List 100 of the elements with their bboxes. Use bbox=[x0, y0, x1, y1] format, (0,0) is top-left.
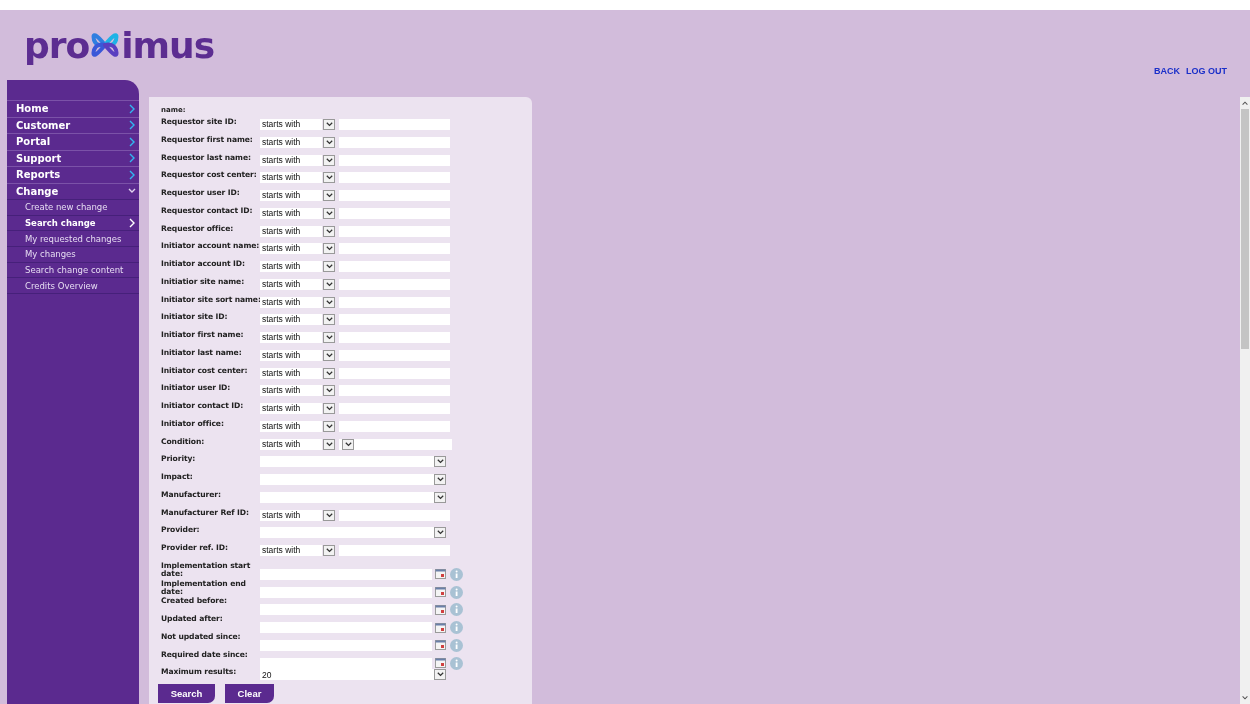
dropdown-button[interactable] bbox=[323, 509, 335, 521]
operator-select[interactable]: starts with bbox=[260, 172, 322, 184]
input-field[interactable] bbox=[339, 119, 450, 130]
dropdown-button[interactable] bbox=[434, 669, 446, 681]
clear-button[interactable]: Clear bbox=[225, 684, 274, 703]
sidebar-subitem[interactable]: Search change content bbox=[7, 261, 139, 278]
operator-select[interactable]: starts with bbox=[260, 261, 322, 272]
dropdown-button[interactable] bbox=[434, 456, 446, 468]
input-field[interactable] bbox=[339, 349, 450, 361]
dropdown-button[interactable] bbox=[323, 349, 335, 361]
dropdown-button[interactable] bbox=[323, 385, 335, 397]
operator-select[interactable]: starts with bbox=[260, 136, 322, 148]
calendar-icon[interactable] bbox=[435, 569, 446, 580]
input-field[interactable] bbox=[339, 243, 450, 255]
dropdown-button[interactable] bbox=[323, 314, 335, 326]
operator-select[interactable]: starts with bbox=[260, 314, 322, 326]
dropdown-button[interactable] bbox=[323, 332, 335, 343]
operator-select[interactable]: starts with bbox=[260, 243, 322, 255]
dropdown-select[interactable]: 20 bbox=[260, 669, 446, 681]
scrollbar[interactable] bbox=[1240, 97, 1250, 704]
input-field[interactable] bbox=[339, 314, 450, 326]
calendar-icon[interactable] bbox=[435, 640, 446, 651]
dropdown-button[interactable] bbox=[323, 545, 335, 556]
operator-select[interactable]: starts with bbox=[260, 385, 322, 397]
dropdown-button[interactable] bbox=[434, 474, 446, 485]
calendar-icon[interactable] bbox=[435, 604, 446, 615]
sidebar-subitem[interactable]: Credits Overview bbox=[7, 277, 139, 294]
input-field[interactable] bbox=[339, 154, 450, 166]
operator-select[interactable]: starts with bbox=[260, 207, 322, 219]
dropdown-button[interactable] bbox=[434, 491, 446, 503]
back-link[interactable]: BACK bbox=[1154, 66, 1180, 76]
sidebar-item[interactable]: Support bbox=[7, 149, 139, 166]
dropdown-button[interactable] bbox=[323, 136, 335, 148]
date-field[interactable] bbox=[260, 568, 432, 580]
input-field[interactable] bbox=[339, 172, 450, 184]
date-field[interactable] bbox=[260, 604, 432, 616]
sidebar-subitem[interactable]: Search change bbox=[7, 214, 139, 231]
input-field[interactable] bbox=[339, 225, 450, 237]
operator-select[interactable]: starts with bbox=[260, 420, 322, 432]
input-field[interactable] bbox=[339, 385, 450, 397]
dropdown-button[interactable] bbox=[323, 119, 335, 130]
dropdown-button[interactable] bbox=[323, 154, 335, 166]
sidebar-item[interactable]: Customer bbox=[7, 116, 139, 133]
dropdown-button[interactable] bbox=[323, 367, 335, 379]
sidebar-subitem[interactable]: My requested changes bbox=[7, 230, 139, 247]
info-icon[interactable] bbox=[450, 585, 463, 599]
calendar-icon[interactable] bbox=[435, 658, 446, 668]
dropdown-button[interactable] bbox=[323, 403, 335, 414]
date-field[interactable] bbox=[260, 622, 432, 633]
input-field[interactable] bbox=[339, 420, 450, 432]
dropdown-button[interactable] bbox=[323, 438, 335, 450]
search-button[interactable]: Search bbox=[158, 684, 215, 703]
operator-select[interactable]: starts with bbox=[260, 349, 322, 361]
sidebar-item[interactable]: Reports bbox=[7, 166, 139, 183]
dropdown-button[interactable] bbox=[323, 261, 335, 272]
input-field[interactable] bbox=[339, 261, 450, 272]
date-field[interactable] bbox=[260, 657, 432, 669]
operator-select[interactable]: starts with bbox=[260, 438, 322, 450]
operator-select[interactable]: starts with bbox=[260, 403, 322, 414]
sidebar-subitem[interactable]: Create new change bbox=[7, 199, 139, 215]
date-field[interactable] bbox=[260, 639, 432, 651]
scroll-up-icon[interactable] bbox=[1241, 99, 1249, 107]
dropdown-button[interactable] bbox=[323, 225, 335, 237]
operator-select[interactable]: starts with bbox=[260, 332, 322, 343]
sidebar-item[interactable]: Portal bbox=[7, 133, 139, 150]
sidebar-item[interactable]: Change bbox=[7, 182, 139, 199]
info-icon[interactable] bbox=[450, 638, 463, 652]
input-field[interactable] bbox=[339, 190, 450, 201]
input-field[interactable] bbox=[339, 509, 450, 521]
dropdown-button[interactable] bbox=[323, 207, 335, 219]
input-field[interactable] bbox=[339, 545, 450, 556]
operator-select[interactable]: starts with bbox=[260, 154, 322, 166]
dropdown-button[interactable] bbox=[323, 278, 335, 290]
input-field[interactable] bbox=[339, 278, 450, 290]
operator-select[interactable]: starts with bbox=[260, 367, 322, 379]
dropdown-button[interactable] bbox=[434, 527, 446, 539]
logout-link[interactable]: LOG OUT bbox=[1186, 66, 1227, 76]
dropdown-button[interactable] bbox=[323, 243, 335, 255]
dropdown-button[interactable] bbox=[323, 296, 335, 308]
operator-select[interactable]: starts with bbox=[260, 190, 322, 201]
input-field[interactable] bbox=[339, 367, 450, 379]
operator-select[interactable]: starts with bbox=[260, 119, 322, 130]
dropdown-button[interactable] bbox=[323, 172, 335, 184]
calendar-icon[interactable] bbox=[435, 622, 446, 633]
operator-select[interactable]: starts with bbox=[260, 509, 322, 521]
operator-select[interactable]: starts with bbox=[260, 225, 322, 237]
calendar-icon[interactable] bbox=[435, 587, 446, 597]
operator-select[interactable]: starts with bbox=[260, 278, 322, 290]
input-field[interactable] bbox=[339, 296, 450, 308]
input-field[interactable] bbox=[339, 207, 450, 219]
scroll-down-icon[interactable] bbox=[1241, 694, 1249, 702]
input-field[interactable] bbox=[339, 136, 450, 148]
info-icon[interactable] bbox=[450, 621, 463, 634]
scrollbar-thumb[interactable] bbox=[1241, 109, 1249, 349]
dropdown-button[interactable] bbox=[323, 190, 335, 201]
sidebar-subitem[interactable]: My changes bbox=[7, 246, 139, 262]
info-icon[interactable] bbox=[450, 567, 463, 581]
dropdown-button[interactable] bbox=[342, 438, 354, 450]
dropdown-button[interactable] bbox=[323, 420, 335, 432]
operator-select[interactable]: starts with bbox=[260, 545, 322, 556]
